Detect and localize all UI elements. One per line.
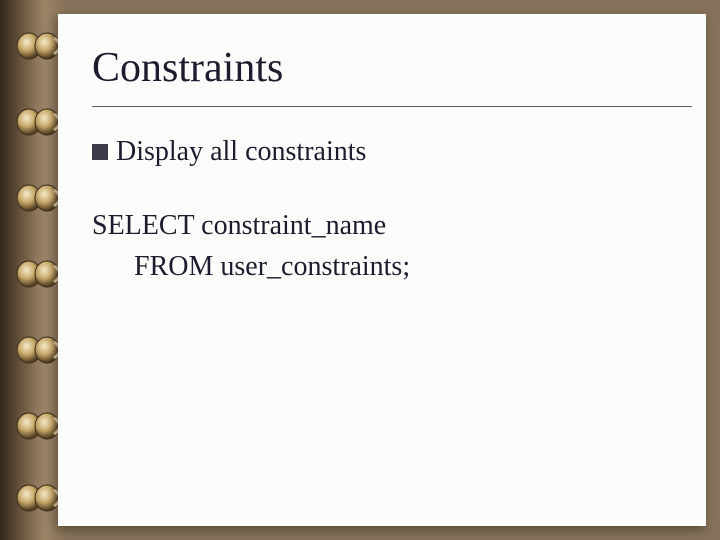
bullet-item: Display all constraints: [92, 136, 366, 168]
square-bullet-icon: [92, 144, 108, 160]
bullet-text: Display all constraints: [116, 136, 366, 168]
sql-code: SELECT constraint_name FROM user_constra…: [92, 206, 410, 287]
code-line: SELECT constraint_name: [92, 206, 410, 247]
slide-title: Constraints: [92, 44, 283, 92]
code-line: FROM user_constraints;: [92, 247, 410, 288]
title-rule: [92, 106, 692, 107]
slide-page: Constraints Display all constraints SELE…: [58, 14, 706, 526]
